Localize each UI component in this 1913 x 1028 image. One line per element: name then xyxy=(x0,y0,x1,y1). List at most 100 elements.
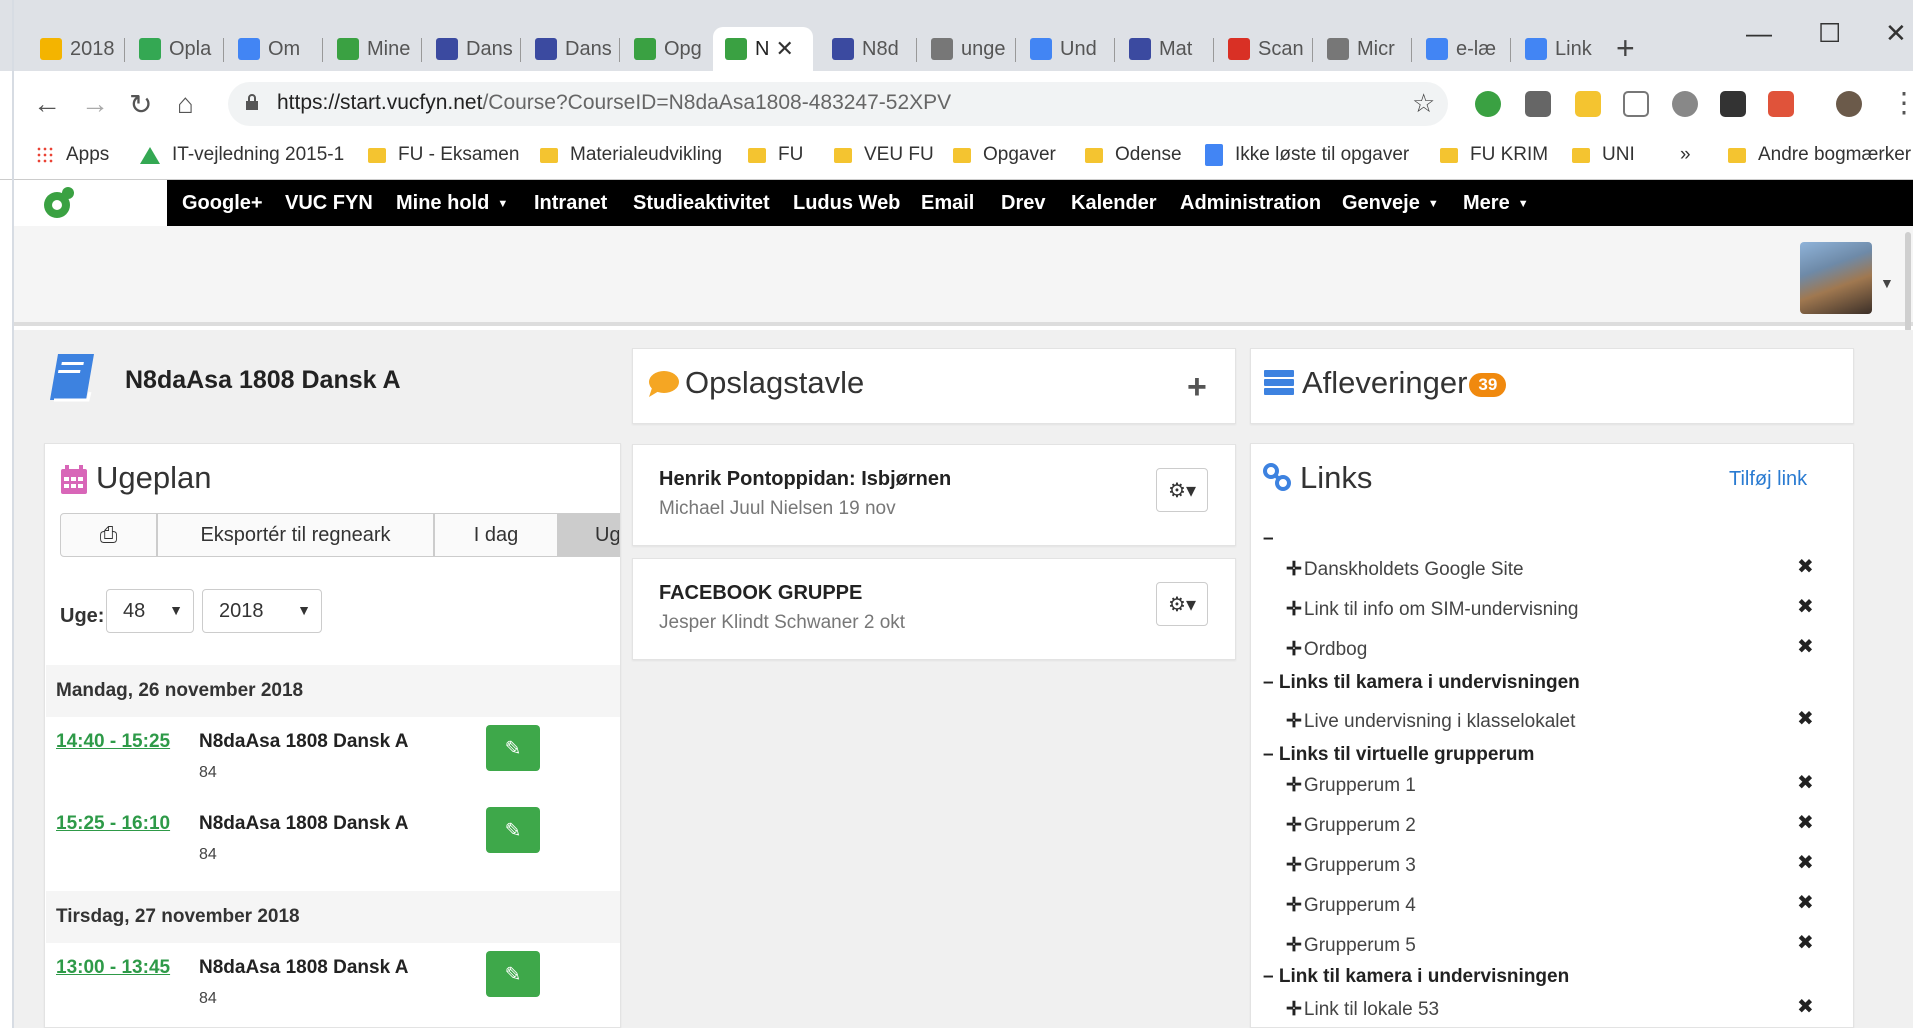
remove-link-icon[interactable]: ✖ xyxy=(1797,634,1814,659)
move-handle-icon[interactable]: ✛ xyxy=(1286,599,1302,620)
link-item[interactable]: ✛ Ordbog xyxy=(1286,638,1367,661)
bookmark-item[interactable]: VEU FU xyxy=(834,139,934,171)
back-icon[interactable]: ← xyxy=(33,88,61,120)
nav-item[interactable]: Kalender xyxy=(1071,192,1157,215)
browser-tab[interactable]: Dans xyxy=(523,27,619,71)
bookmark-item[interactable]: Andre bogmærker xyxy=(1728,139,1911,171)
bookmark-star-icon[interactable]: ☆ xyxy=(1412,88,1435,119)
home-icon[interactable]: ⌂ xyxy=(177,88,194,120)
move-handle-icon[interactable]: ✛ xyxy=(1286,935,1302,956)
move-handle-icon[interactable]: ✛ xyxy=(1286,895,1302,916)
move-handle-icon[interactable]: ✛ xyxy=(1286,711,1302,732)
remove-link-icon[interactable]: ✖ xyxy=(1797,994,1814,1019)
bookmark-item[interactable]: Apps xyxy=(36,139,109,171)
extension-icon[interactable] xyxy=(1525,91,1551,117)
minimize-icon[interactable]: — xyxy=(1746,18,1772,49)
remove-link-icon[interactable]: ✖ xyxy=(1797,594,1814,619)
link-item[interactable]: ✛ Grupperum 5 xyxy=(1286,934,1416,957)
nav-item[interactable]: Email xyxy=(921,192,974,215)
browser-tab[interactable]: Mat xyxy=(1117,27,1213,71)
nav-item[interactable]: VUC FYN xyxy=(285,192,373,215)
link-item[interactable]: ✛ Grupperum 3 xyxy=(1286,854,1416,877)
link-group-heading[interactable]: – Links til kamera i undervisningen xyxy=(1263,672,1580,694)
bookmark-item[interactable]: FU xyxy=(748,139,803,171)
link-item[interactable]: ✛ Link til info om SIM-undervisning xyxy=(1286,598,1579,621)
week-button[interactable]: Ug xyxy=(558,513,620,557)
remove-link-icon[interactable]: ✖ xyxy=(1797,890,1814,915)
user-avatar[interactable] xyxy=(1800,242,1872,314)
bookmark-item[interactable]: FU - Eksamen xyxy=(368,139,519,171)
link-group-heading[interactable]: – Links til virtuelle grupperum xyxy=(1263,744,1534,766)
post-options-button[interactable]: ⚙▾ xyxy=(1156,582,1208,626)
nav-item[interactable]: Google+ xyxy=(182,192,263,215)
post-title[interactable]: FACEBOOK GRUPPE xyxy=(659,582,862,605)
lesson-time-link[interactable]: 15:25 - 16:10 xyxy=(56,813,170,835)
browser-tab[interactable]: N8d xyxy=(820,27,916,71)
edit-lesson-button[interactable]: ✎ xyxy=(486,807,540,853)
post-options-button[interactable]: ⚙▾ xyxy=(1156,468,1208,512)
link-item[interactable]: ✛ Danskholdets Google Site xyxy=(1286,558,1524,581)
url-text[interactable]: https://start.vucfyn.net/Course?CourseID… xyxy=(277,91,951,115)
profile-icon[interactable] xyxy=(1836,91,1862,117)
new-tab-button[interactable]: + xyxy=(1616,30,1635,67)
browser-tab[interactable]: Und xyxy=(1018,27,1114,71)
bookmark-item[interactable]: » xyxy=(1680,139,1691,171)
browser-tab[interactable]: unge xyxy=(919,27,1015,71)
link-item[interactable]: ✛ Live undervisning i klasselokalet xyxy=(1286,710,1575,733)
move-handle-icon[interactable]: ✛ xyxy=(1286,815,1302,836)
edit-lesson-button[interactable]: ✎ xyxy=(486,725,540,771)
bookmark-item[interactable]: Odense xyxy=(1085,139,1182,171)
move-handle-icon[interactable]: ✛ xyxy=(1286,639,1302,660)
browser-tab[interactable]: Dans xyxy=(424,27,520,71)
browser-tab[interactable]: Micr xyxy=(1315,27,1411,71)
browser-tab[interactable]: Link xyxy=(1513,27,1609,71)
link-item[interactable]: ✛ Grupperum 4 xyxy=(1286,894,1416,917)
lesson-time-link[interactable]: 14:40 - 15:25 xyxy=(56,731,170,753)
aw-extension-icon[interactable] xyxy=(1575,91,1601,117)
vuc-extension-icon[interactable] xyxy=(1475,91,1501,117)
remove-link-icon[interactable]: ✖ xyxy=(1797,706,1814,731)
link-item[interactable]: ✛ Link til lokale 53 xyxy=(1286,998,1439,1021)
menu-kebab-icon[interactable]: ⋮ xyxy=(1890,86,1913,119)
bookmark-item[interactable]: Ikke løste til opgaver xyxy=(1205,139,1409,171)
bookmark-item[interactable]: UNI xyxy=(1572,139,1635,171)
close-tab-icon[interactable]: ✕ xyxy=(775,36,793,62)
browser-tab[interactable]: Opg xyxy=(622,27,718,71)
print-button[interactable]: ⎙ xyxy=(60,513,157,557)
move-handle-icon[interactable]: ✛ xyxy=(1286,999,1302,1020)
vuc-logo-icon[interactable] xyxy=(42,186,76,220)
help-extension-icon[interactable] xyxy=(1672,91,1698,117)
today-button[interactable]: I dag xyxy=(434,513,558,557)
chevron-down-icon[interactable]: ▼ xyxy=(1880,275,1894,291)
nav-item[interactable]: Studieaktivitet xyxy=(633,192,770,215)
lesson-time-link[interactable]: 13:00 - 13:45 xyxy=(56,957,170,979)
browser-tab[interactable]: Mine xyxy=(325,27,421,71)
remove-link-icon[interactable]: ✖ xyxy=(1797,930,1814,955)
move-handle-icon[interactable]: ✛ xyxy=(1286,775,1302,796)
nav-item[interactable]: Intranet xyxy=(534,192,607,215)
keep-extension-icon[interactable] xyxy=(1720,91,1746,117)
remove-link-icon[interactable]: ✖ xyxy=(1797,770,1814,795)
nav-item[interactable]: Mine hold ▼ xyxy=(396,192,508,215)
remove-link-icon[interactable]: ✖ xyxy=(1797,850,1814,875)
post-title[interactable]: Henrik Pontoppidan: Isbjørnen xyxy=(659,468,951,491)
browser-tab[interactable]: Om xyxy=(226,27,322,71)
move-handle-icon[interactable]: ✛ xyxy=(1286,559,1302,580)
bookmark-item[interactable]: Materialeudvikling xyxy=(540,139,722,171)
nav-item[interactable]: Administration xyxy=(1180,192,1321,215)
nav-item[interactable]: Mere ▼ xyxy=(1463,192,1529,215)
year-select[interactable]: 2018 ▼ xyxy=(202,589,322,633)
bookmark-item[interactable]: Opgaver xyxy=(953,139,1056,171)
move-handle-icon[interactable]: ✛ xyxy=(1286,855,1302,876)
browser-tab[interactable]: N ✕ xyxy=(713,27,813,71)
maximize-icon[interactable]: ☐ xyxy=(1818,18,1841,49)
nav-item[interactable]: Ludus Web xyxy=(793,192,900,215)
browser-tab[interactable]: Opla xyxy=(127,27,223,71)
browser-tab[interactable]: Scan xyxy=(1216,27,1312,71)
link-item[interactable]: ✛ Grupperum 2 xyxy=(1286,814,1416,837)
link-item[interactable]: ✛ Grupperum 1 xyxy=(1286,774,1416,797)
nav-item[interactable]: Drev xyxy=(1001,192,1045,215)
page-scrollbar[interactable] xyxy=(1905,232,1911,332)
reload-icon[interactable]: ↻ xyxy=(129,88,152,121)
edit-lesson-button[interactable]: ✎ xyxy=(486,951,540,997)
